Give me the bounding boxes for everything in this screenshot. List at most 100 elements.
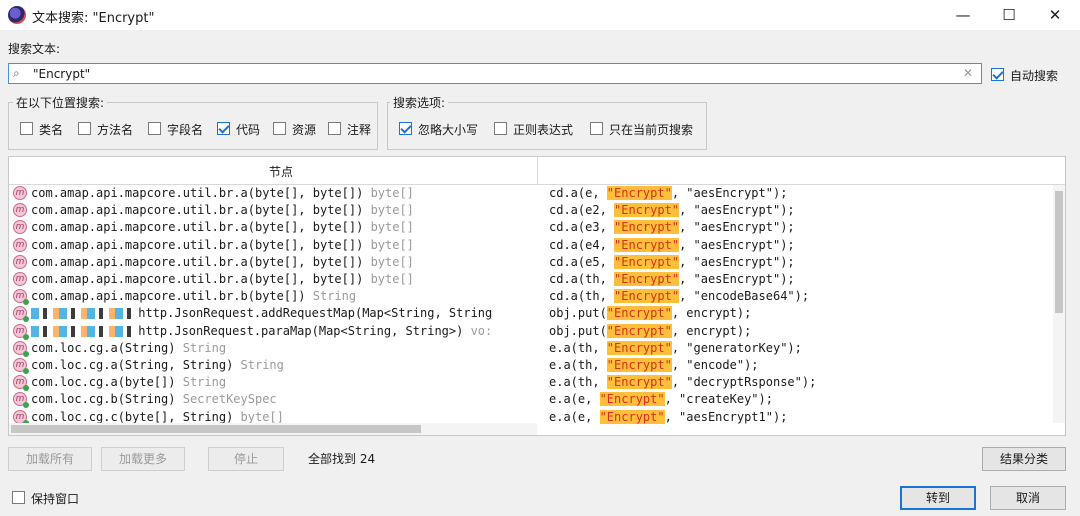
maximize-button[interactable]: ☐ bbox=[986, 0, 1032, 30]
node-signature: com.amap.api.mapcore.util.br.a(byte[], b… bbox=[31, 203, 537, 217]
search-icon: ⌕ bbox=[13, 66, 20, 80]
node-signature-text: com.loc.cg.c(byte[], String) bbox=[31, 409, 241, 424]
code-prefix: obj.put( bbox=[549, 323, 607, 338]
code-snippet: cd.a(e3, "Encrypt", "aesEncrypt"); bbox=[549, 220, 795, 235]
node-signature: com.loc.cg.c(byte[], String) byte[] bbox=[31, 410, 537, 424]
search-input[interactable]: ⌕ "Encrypt" ✕ bbox=[8, 63, 982, 84]
table-rows: m com.amap.api.mapcore.util.br.a(byte[], … bbox=[9, 185, 1055, 426]
keep-window-label: 保持窗口 bbox=[31, 492, 80, 506]
method-icon: m bbox=[13, 254, 27, 269]
code-suffix: , encrypt); bbox=[671, 323, 752, 338]
load-all-button[interactable]: 加载所有 bbox=[8, 447, 92, 471]
search-option-label: 只在当前页搜索 bbox=[609, 123, 694, 137]
node-signature-text: com.amap.api.mapcore.util.br.a(byte[], b… bbox=[31, 186, 371, 200]
minimize-button[interactable]: — bbox=[940, 0, 986, 30]
code-snippet: cd.a(th, "Encrypt", "aesEncrypt"); bbox=[549, 272, 795, 286]
location-option-checkbox[interactable] bbox=[328, 122, 341, 135]
node-signature: com.loc.cg.a(String, String) String bbox=[31, 358, 537, 372]
column-divider[interactable] bbox=[537, 157, 538, 184]
method-icon: m bbox=[13, 237, 27, 252]
stop-button[interactable]: 停止 bbox=[208, 447, 284, 471]
vertical-scrollbar[interactable] bbox=[1053, 185, 1065, 423]
node-signature: com.loc.cg.a(byte[]) String bbox=[31, 375, 537, 389]
node-signature-text: com.amap.api.mapcore.util.br.a(byte[], b… bbox=[31, 254, 371, 269]
node-signature-text: com.amap.api.mapcore.util.br.a(byte[], b… bbox=[31, 272, 371, 286]
code-prefix: cd.a(e5, bbox=[549, 254, 615, 269]
table-row[interactable]: m http.JsonRequest.addRequestMap(Map<Str… bbox=[9, 305, 1055, 323]
goto-button[interactable]: 转到 bbox=[900, 486, 976, 510]
location-option-checkbox[interactable] bbox=[78, 122, 91, 135]
table-row[interactable]: m com.amap.api.mapcore.util.br.a(byte[], … bbox=[9, 185, 1055, 202]
node-signature-text: com.amap.api.mapcore.util.br.b(byte[]) bbox=[31, 289, 313, 304]
node-signature: http.JsonRequest.paraMap(Map<String, Str… bbox=[31, 324, 537, 338]
node-signature: http.JsonRequest.addRequestMap(Map<Strin… bbox=[31, 306, 537, 320]
node-signature-text: com.loc.cg.b(String) bbox=[31, 392, 183, 407]
code-prefix: e.a(th, bbox=[549, 340, 607, 355]
node-return-type: byte[] bbox=[370, 272, 414, 286]
location-option-label: 字段名 bbox=[167, 123, 204, 137]
code-snippet: cd.a(e, "Encrypt", "aesEncrypt"); bbox=[549, 186, 787, 200]
code-suffix: , "aesEncrypt"); bbox=[671, 186, 788, 200]
method-icon: m bbox=[13, 306, 29, 323]
location-option-checkbox[interactable] bbox=[148, 122, 161, 135]
search-input-value[interactable]: "Encrypt" bbox=[33, 67, 90, 81]
table-row[interactable]: m com.loc.cg.a(String) String e.a(th, "Enc… bbox=[9, 340, 1055, 357]
search-option-checkbox[interactable] bbox=[494, 122, 507, 135]
table-row[interactable]: m com.amap.api.mapcore.util.br.a(byte[], … bbox=[9, 237, 1055, 254]
vertical-scroll-thumb[interactable] bbox=[1055, 191, 1063, 313]
keep-window-checkbox[interactable] bbox=[12, 491, 25, 504]
search-option-checkbox[interactable] bbox=[399, 122, 412, 135]
table-row[interactable]: m com.loc.cg.a(String, String) String e.a(… bbox=[9, 357, 1055, 374]
code-prefix: e.a(e, bbox=[549, 392, 600, 407]
location-option-checkbox[interactable] bbox=[20, 122, 33, 135]
code-prefix: cd.a(e4, bbox=[549, 237, 615, 252]
results-table: 节点 m com.amap.api.mapcore.util.br.a(byte[… bbox=[8, 156, 1066, 436]
match-highlight: "Encrypt" bbox=[599, 392, 665, 407]
location-option-checkbox[interactable] bbox=[273, 122, 286, 135]
code-prefix: cd.a(th, bbox=[549, 289, 615, 304]
horizontal-scrollbar[interactable] bbox=[9, 423, 537, 435]
code-snippet: obj.put("Encrypt", encrypt); bbox=[549, 306, 751, 321]
table-row[interactable]: m com.amap.api.mapcore.util.br.a(byte[], … bbox=[9, 271, 1055, 288]
location-option-checkbox[interactable] bbox=[217, 122, 230, 135]
table-row[interactable]: m com.loc.cg.a(byte[]) String e.a(th, "Enc… bbox=[9, 374, 1055, 392]
node-signature-text: com.amap.api.mapcore.util.br.a(byte[], b… bbox=[31, 220, 371, 235]
location-option-label: 注释 bbox=[347, 123, 372, 137]
node-return-type: vo: bbox=[470, 323, 493, 338]
classify-results-button[interactable]: 结果分类 bbox=[982, 447, 1066, 471]
code-suffix: , "encodeBase64"); bbox=[679, 289, 810, 304]
search-option-checkbox[interactable] bbox=[590, 122, 603, 135]
node-signature: com.amap.api.mapcore.util.br.a(byte[], b… bbox=[31, 272, 537, 286]
node-signature-text: http.JsonRequest.paraMap(Map<String, Str… bbox=[138, 323, 471, 338]
auto-search-checkbox[interactable] bbox=[991, 68, 1004, 81]
code-prefix: e.a(th, bbox=[549, 375, 607, 390]
location-option-label: 代码 bbox=[236, 123, 261, 137]
table-row[interactable]: m com.amap.api.mapcore.util.br.b(byte[]) … bbox=[9, 288, 1055, 306]
node-signature: com.amap.api.mapcore.util.br.a(byte[], b… bbox=[31, 186, 537, 200]
table-row[interactable]: m http.JsonRequest.paraMap(Map<String, S… bbox=[9, 323, 1055, 340]
node-signature-text: com.amap.api.mapcore.util.br.a(byte[], b… bbox=[31, 237, 371, 252]
match-highlight: "Encrypt" bbox=[606, 340, 672, 355]
close-button[interactable]: ✕ bbox=[1032, 0, 1078, 30]
code-snippet: e.a(th, "Encrypt", "generatorKey"); bbox=[549, 340, 802, 355]
node-return-type: String bbox=[182, 375, 227, 390]
node-return-type: SecretKeySpec bbox=[182, 392, 277, 407]
table-row[interactable]: m com.amap.api.mapcore.util.br.a(byte[], … bbox=[9, 202, 1055, 219]
method-icon: m bbox=[13, 186, 27, 200]
location-option-label: 方法名 bbox=[97, 123, 134, 137]
method-icon: m bbox=[13, 220, 27, 235]
clear-icon[interactable]: ✕ bbox=[963, 66, 973, 80]
code-suffix: , "encode"); bbox=[671, 358, 759, 372]
table-header: 节点 bbox=[9, 157, 1065, 185]
table-row[interactable]: m com.amap.api.mapcore.util.br.a(byte[], … bbox=[9, 219, 1055, 236]
code-snippet: cd.a(th, "Encrypt", "encodeBase64"); bbox=[549, 289, 810, 304]
code-snippet: cd.a(e4, "Encrypt", "aesEncrypt"); bbox=[549, 237, 795, 252]
node-signature: com.amap.api.mapcore.util.br.a(byte[], b… bbox=[31, 220, 537, 234]
match-highlight: "Encrypt" bbox=[614, 289, 680, 304]
table-row[interactable]: m com.amap.api.mapcore.util.br.a(byte[], … bbox=[9, 254, 1055, 271]
horizontal-scroll-thumb[interactable] bbox=[11, 425, 421, 433]
cancel-button[interactable]: 取消 bbox=[990, 486, 1066, 510]
table-row[interactable]: m com.loc.cg.b(String) SecretKeySpec e.a(e… bbox=[9, 391, 1055, 409]
column-header-node[interactable]: 节点 bbox=[269, 163, 293, 180]
load-more-button[interactable]: 加载更多 bbox=[101, 447, 185, 471]
